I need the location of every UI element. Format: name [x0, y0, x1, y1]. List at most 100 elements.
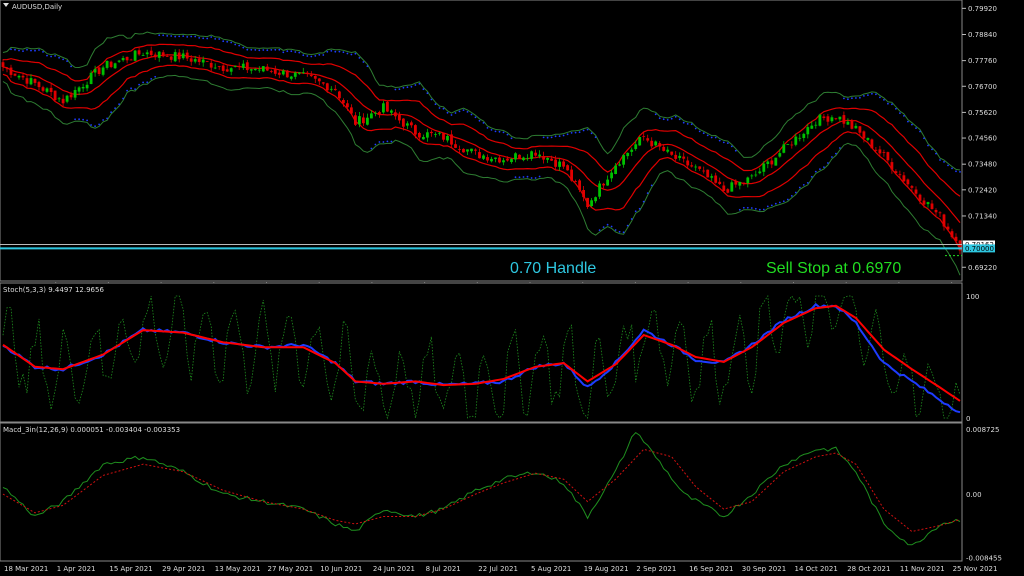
candle-body [69, 94, 73, 98]
candle-body [21, 75, 25, 78]
psar-dot [326, 50, 329, 53]
candle-body [185, 52, 189, 59]
candle-body [590, 200, 593, 206]
psar-dot [887, 102, 889, 105]
candle-body [45, 88, 49, 92]
psar-dot [827, 162, 829, 164]
candle-body [482, 155, 485, 159]
candle-body [770, 160, 774, 165]
candle-body [866, 138, 870, 140]
psar-dot [322, 54, 325, 56]
candle-body [674, 154, 678, 159]
candle-body [121, 58, 125, 61]
candle-body [774, 157, 778, 166]
candle-body [818, 114, 822, 126]
candle-body [778, 153, 782, 157]
psar-dot [370, 147, 373, 150]
price-axis: 0.79920 0.78840 0.77760 0.76700 0.75620 0.745… [962, 5, 997, 272]
candle-body [594, 197, 597, 202]
psar-dot [154, 75, 157, 78]
candle-body [229, 68, 233, 72]
candle-body [670, 151, 674, 155]
candle-body [17, 75, 21, 78]
psar-dot [690, 123, 693, 126]
psar-dot [166, 35, 169, 37]
psar-dot [686, 123, 689, 125]
psar-dot [442, 107, 445, 110]
x-tick-label: 1 Apr 2021 [57, 565, 96, 573]
psar-dot [434, 103, 437, 106]
candle-body [550, 158, 553, 161]
psar-dot [254, 49, 257, 51]
candle-body [858, 126, 862, 133]
candle-body [398, 115, 401, 121]
psar-dot [366, 65, 369, 68]
psar-dot [90, 124, 92, 126]
candle-body [434, 134, 437, 135]
psar-dot [530, 177, 533, 179]
psar-dot [414, 84, 417, 86]
price-tick-label: 0.79920 [968, 5, 997, 13]
candle-body [626, 152, 630, 157]
candle-body [29, 78, 33, 85]
stochastic-pane: Stoch(5,3,3) 9.4497 12.9656 100 0 [0, 282, 979, 423]
psar-dot [610, 225, 613, 228]
candle-body [382, 103, 385, 113]
candle-body [622, 155, 625, 165]
candle-body [430, 131, 433, 134]
stoch-tick-label: 0 [966, 415, 970, 423]
candle-body [666, 149, 670, 152]
candle-body [490, 158, 493, 162]
candle-body [926, 202, 930, 205]
candle-body [289, 76, 293, 79]
candle-body [422, 137, 425, 140]
psar-dot [70, 65, 72, 68]
psar-dot [462, 109, 465, 111]
candle-body [582, 190, 585, 198]
candle-body [686, 160, 690, 166]
psar-dot [338, 50, 341, 53]
candle-body [710, 176, 714, 178]
psar-dot [558, 135, 561, 138]
candle-body [930, 203, 934, 209]
psar-dot [650, 184, 653, 187]
candle-body [630, 149, 634, 152]
psar-dot [82, 118, 84, 121]
psar-dot [622, 231, 625, 234]
candle-body [37, 82, 41, 88]
psar-dot [342, 51, 345, 54]
psar-dot [534, 177, 537, 179]
psar-dot [566, 133, 569, 136]
psar-dot [306, 55, 309, 57]
psar-dot [602, 226, 605, 229]
candle-body [49, 87, 53, 92]
candle-body [598, 183, 601, 197]
candle-body [850, 120, 854, 129]
psar-dot [823, 166, 825, 169]
candle-body [213, 67, 217, 69]
psar-dot [746, 206, 749, 209]
psar-dot [38, 49, 40, 51]
candle-body [806, 127, 810, 135]
candle-body [321, 82, 325, 84]
candle-body [285, 70, 289, 78]
stoch-tick-label: 100 [966, 293, 979, 301]
psar-dot [278, 48, 281, 51]
candle-body [474, 149, 477, 151]
psar-dot [526, 175, 529, 178]
candle-body [494, 157, 497, 159]
psar-dot [202, 37, 205, 40]
candle-body [510, 159, 513, 162]
candle-body [534, 152, 537, 156]
candle-body [189, 58, 193, 62]
psar-dot [238, 44, 241, 47]
psar-dot [86, 119, 88, 122]
x-tick-label: 18 Mar 2021 [4, 565, 48, 573]
candle-body [281, 70, 285, 75]
psar-dot [742, 206, 745, 209]
psar-dot [398, 88, 401, 90]
psar-dot [190, 35, 193, 38]
candle-body [870, 139, 874, 149]
candle-body [333, 88, 337, 91]
candle-body [125, 56, 129, 61]
